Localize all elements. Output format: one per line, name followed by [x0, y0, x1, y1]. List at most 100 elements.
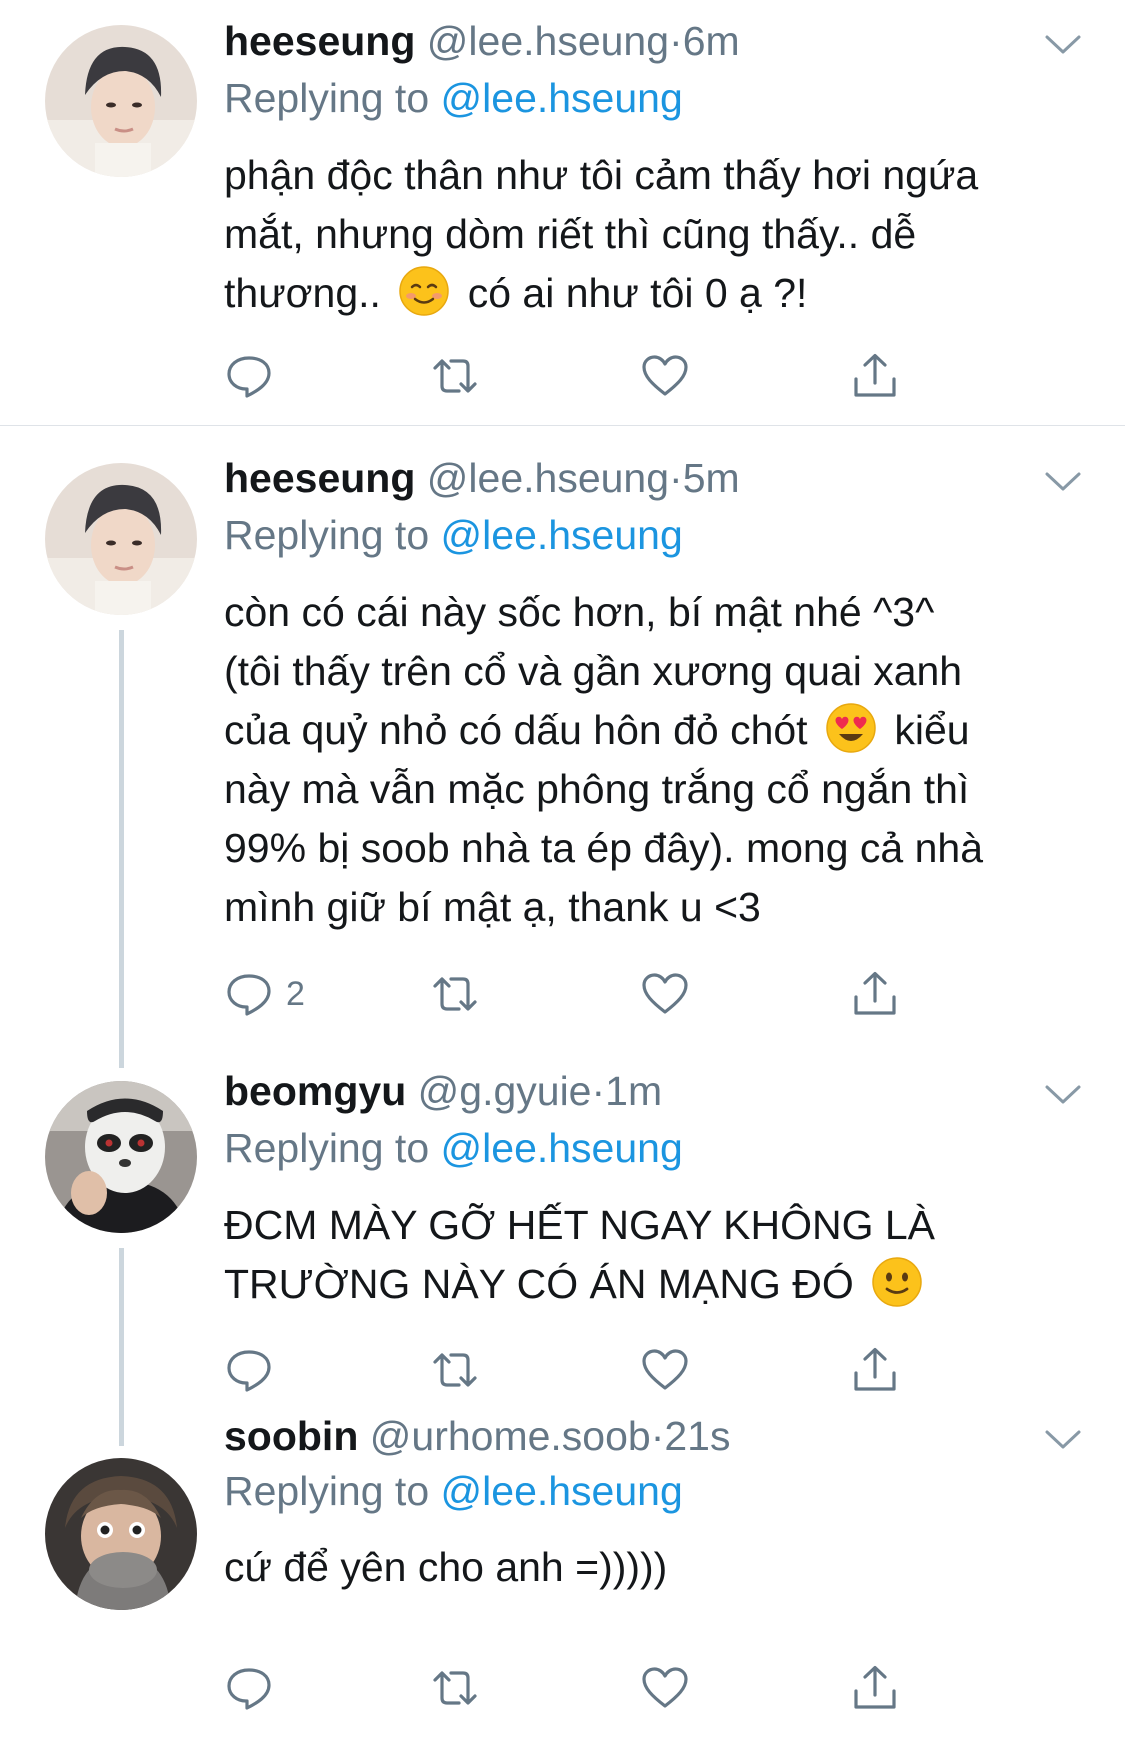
text-line: này mà vẫn mặc phông trắng cổ ngắn thì: [224, 766, 970, 812]
text-fragment: của quỷ nhỏ có dấu hôn đỏ chót: [224, 707, 808, 753]
like-button[interactable]: [640, 348, 690, 404]
text-line: phận độc thân như tôi cảm thấy hơi ngứa: [224, 152, 979, 198]
separator-dot: ·: [669, 455, 683, 501]
retweet-button[interactable]: [430, 1660, 480, 1716]
tweet[interactable]: heeseung @lee.hseung·6m Replying to @lee…: [0, 0, 1125, 425]
tweet-header: heeseung @lee.hseung·6m: [224, 16, 740, 66]
share-icon: [854, 353, 896, 397]
replying-to: Replying to @lee.hseung: [224, 510, 683, 560]
share-button[interactable]: [850, 1342, 900, 1398]
tweet[interactable]: soobin @urhome.soob·21s Replying to @lee…: [0, 1413, 1125, 1740]
display-name[interactable]: heeseung: [224, 455, 415, 501]
replying-to-label: Replying to: [224, 512, 430, 558]
text-line: (tôi thấy trên cổ và gần xương quai xanh: [224, 648, 963, 694]
tweet-actions: 2: [224, 966, 924, 1022]
replying-to: Replying to @lee.hseung: [224, 73, 683, 123]
replying-to-label: Replying to: [224, 1468, 430, 1514]
reply-icon: [227, 974, 271, 1016]
chevron-down-icon[interactable]: [1043, 32, 1083, 58]
reply-button[interactable]: [224, 1660, 286, 1716]
separator-dot: ·: [591, 1068, 606, 1114]
like-icon: [642, 1349, 688, 1390]
tweet-text: cứ để yên cho anh =))))): [224, 1538, 1104, 1597]
reply-button[interactable]: 2: [224, 966, 305, 1022]
text-line: mình giữ bí mật ạ, thank u <3: [224, 884, 761, 930]
avatar-soobin-image: [45, 1458, 197, 1610]
mention-link[interactable]: @lee.hseung: [441, 1125, 683, 1171]
text-line: 99% bị soob nhà ta ép đây). mong cả nhà: [224, 825, 984, 871]
timestamp[interactable]: 5m: [683, 455, 740, 501]
separator-dot: ·: [669, 18, 683, 64]
replying-to-label: Replying to: [224, 75, 430, 121]
like-icon: [642, 1667, 688, 1708]
tweet[interactable]: beomgyu @g.gyuie·1m Replying to @lee.hse…: [0, 1044, 1125, 1424]
share-icon: [854, 1347, 896, 1391]
share-button[interactable]: [850, 348, 900, 404]
tweet-actions: [224, 1660, 924, 1716]
mention-link[interactable]: @lee.hseung: [441, 512, 683, 558]
display-name[interactable]: soobin: [224, 1413, 358, 1459]
text-line: cứ để yên cho anh =))))): [224, 1544, 668, 1590]
text-line: ĐCM MÀY GỠ HẾT NGAY KHÔNG LÀ: [224, 1202, 936, 1248]
avatar-heeseung-image: [45, 463, 197, 615]
like-icon: [642, 973, 688, 1014]
retweet-icon: [433, 1671, 477, 1705]
tweet-header: heeseung @lee.hseung·5m: [224, 453, 740, 503]
text-fragment: kiểu: [894, 707, 970, 753]
replying-to: Replying to @lee.hseung: [224, 1466, 683, 1516]
display-name[interactable]: heeseung: [224, 18, 415, 64]
handle[interactable]: @g.gyuie: [418, 1068, 592, 1114]
reply-button[interactable]: [224, 348, 286, 404]
text-line: thương.. có ai như tôi 0 ạ ?!: [224, 264, 1104, 323]
avatar-beomgyu-image: [45, 1081, 197, 1233]
replying-to-label: Replying to: [224, 1125, 430, 1171]
reply-button[interactable]: [224, 1342, 286, 1398]
like-button[interactable]: [640, 1660, 690, 1716]
retweet-button[interactable]: [430, 348, 480, 404]
avatar[interactable]: [45, 1458, 197, 1610]
timestamp[interactable]: 1m: [605, 1068, 662, 1114]
retweet-icon: [433, 977, 477, 1011]
tweet-header: beomgyu @g.gyuie·1m: [224, 1066, 662, 1116]
avatar[interactable]: [45, 25, 197, 177]
text-fragment: TRƯỜNG NÀY CÓ ÁN MẠNG ĐÓ: [224, 1261, 854, 1307]
display-name[interactable]: beomgyu: [224, 1068, 406, 1114]
reply-icon: [227, 1668, 271, 1710]
tweet-text: ĐCM MÀY GỠ HẾT NGAY KHÔNG LÀ TRƯỜNG NÀY …: [224, 1196, 1104, 1314]
timestamp[interactable]: 21s: [664, 1413, 730, 1459]
avatar-heeseung-image: [45, 25, 197, 177]
mention-link[interactable]: @lee.hseung: [441, 1468, 683, 1514]
chevron-down-icon[interactable]: [1043, 469, 1083, 495]
separator-dot: ·: [650, 1413, 665, 1459]
share-button[interactable]: [850, 1660, 900, 1716]
tweet-actions: [224, 348, 924, 404]
replying-to: Replying to @lee.hseung: [224, 1123, 683, 1173]
tweet[interactable]: heeseung @lee.hseung·5m Replying to @lee…: [0, 426, 1125, 1044]
handle[interactable]: @urhome.soob: [370, 1413, 651, 1459]
like-icon: [642, 355, 688, 396]
avatar[interactable]: [45, 463, 197, 615]
text-line: còn có cái này sốc hơn, bí mật nhé ^3^: [224, 589, 935, 635]
timestamp[interactable]: 6m: [683, 18, 740, 64]
smiling-face-emoji: [398, 265, 450, 317]
text-fragment: có ai như tôi 0 ạ ?!: [467, 270, 808, 316]
handle[interactable]: @lee.hseung: [427, 455, 669, 501]
text-fragment: thương..: [224, 270, 381, 316]
heart-eyes-emoji: [825, 702, 877, 754]
share-button[interactable]: [850, 966, 900, 1022]
chevron-down-icon[interactable]: [1043, 1082, 1083, 1108]
tweet-header: soobin @urhome.soob·21s: [224, 1411, 730, 1461]
tweet-text: phận độc thân như tôi cảm thấy hơi ngứa …: [224, 146, 1104, 323]
retweet-button[interactable]: [430, 966, 480, 1022]
slight-smile-emoji: [871, 1256, 923, 1308]
reply-icon: [227, 356, 271, 398]
like-button[interactable]: [640, 1342, 690, 1398]
retweet-icon: [433, 1353, 477, 1387]
tweet-text: còn có cái này sốc hơn, bí mật nhé ^3^ (…: [224, 583, 1104, 937]
handle[interactable]: @lee.hseung: [427, 18, 669, 64]
retweet-button[interactable]: [430, 1342, 480, 1398]
chevron-down-icon[interactable]: [1043, 1427, 1083, 1453]
mention-link[interactable]: @lee.hseung: [441, 75, 683, 121]
avatar[interactable]: [45, 1081, 197, 1233]
like-button[interactable]: [640, 966, 690, 1022]
